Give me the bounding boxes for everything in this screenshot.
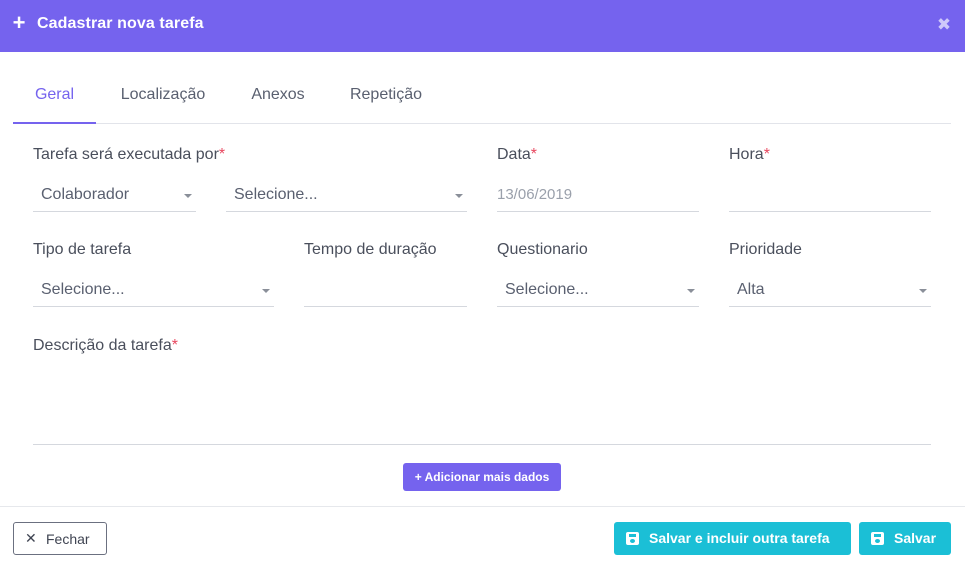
time-label: Hora*: [729, 146, 770, 163]
time-input[interactable]: [729, 184, 931, 212]
tab-anexos[interactable]: Anexos: [245, 76, 311, 124]
caret-down-icon: [919, 289, 927, 293]
questionnaire-select[interactable]: Selecione...: [497, 279, 699, 307]
executed-by-label: Tarefa será executada por*: [33, 146, 226, 163]
tab-geral[interactable]: Geral: [13, 76, 96, 124]
description-textarea[interactable]: [33, 364, 931, 445]
date-label: Data*: [497, 146, 538, 163]
caret-down-icon: [455, 194, 463, 198]
executor-person-select[interactable]: Selecione...: [226, 184, 467, 212]
floppy-disk-icon: [626, 532, 639, 545]
save-button[interactable]: Salvar: [859, 522, 951, 555]
close-icon[interactable]: ✖: [934, 15, 954, 35]
duration-input[interactable]: [304, 279, 467, 307]
task-type-label: Tipo de tarefa: [33, 241, 132, 258]
caret-down-icon: [184, 194, 192, 198]
plus-icon: +: [12, 10, 26, 35]
executor-type-select[interactable]: Colaborador: [33, 184, 196, 212]
modal-header: + Cadastrar nova tarefa ✖: [0, 0, 965, 52]
duration-label: Tempo de duração: [304, 241, 437, 258]
caret-down-icon: [687, 289, 695, 293]
priority-select[interactable]: Alta: [729, 279, 931, 307]
save-and-new-button[interactable]: Salvar e incluir outra tarefa: [614, 522, 851, 555]
floppy-disk-icon: [871, 532, 884, 545]
tab-localizacao[interactable]: Localização: [113, 76, 213, 124]
questionnaire-label: Questionario: [497, 241, 588, 258]
add-more-data-button[interactable]: + Adicionar mais dados: [403, 463, 561, 491]
caret-down-icon: [262, 289, 270, 293]
close-button[interactable]: ✕ Fechar: [13, 522, 107, 555]
task-type-select[interactable]: Selecione...: [33, 279, 274, 307]
footer-divider: [0, 506, 965, 507]
modal-title: Cadastrar nova tarefa: [37, 15, 204, 32]
close-x-icon: ✕: [25, 530, 37, 546]
tab-bar: Geral Localização Anexos Repetição: [13, 76, 951, 124]
description-label: Descrição da tarefa*: [33, 337, 178, 354]
tab-repeticao[interactable]: Repetição: [343, 76, 429, 124]
priority-label: Prioridade: [729, 241, 802, 258]
date-input[interactable]: 13/06/2019: [497, 184, 699, 212]
